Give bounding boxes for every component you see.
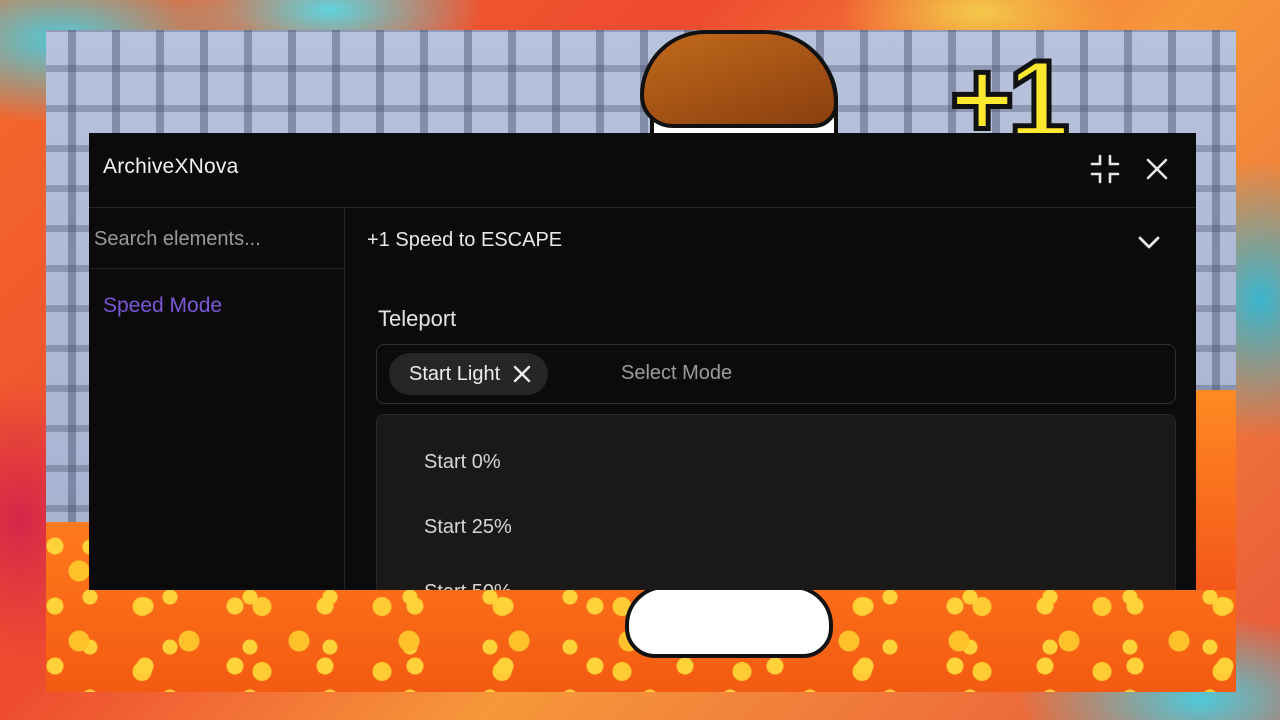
avatar-hair xyxy=(640,30,838,128)
chevron-down-icon xyxy=(1138,236,1160,249)
sidebar-item-speed-mode[interactable]: Speed Mode xyxy=(103,294,222,318)
select-placeholder: Select Mode xyxy=(621,362,733,384)
title-bar: ArchiveXNova xyxy=(89,133,1196,208)
dropdown-list: Start 0% Start 25% Start 50% xyxy=(376,414,1176,590)
close-icon xyxy=(1146,158,1168,180)
section-header[interactable]: +1 Speed to ESCAPE xyxy=(345,208,1196,276)
search-input[interactable] xyxy=(92,218,341,260)
selected-chip: Start Light xyxy=(389,353,549,395)
minimize-button[interactable] xyxy=(1087,151,1123,187)
dropdown-option[interactable]: Start 50% xyxy=(424,581,512,590)
section-title: +1 Speed to ESCAPE xyxy=(367,229,563,251)
teleport-label: Teleport xyxy=(378,306,457,331)
window-title: ArchiveXNova xyxy=(103,155,239,178)
compress-icon xyxy=(1090,154,1120,184)
search-box xyxy=(89,208,344,269)
close-button[interactable] xyxy=(1139,151,1175,187)
script-window: ArchiveXNova Speed Mod xyxy=(89,133,1196,590)
dropdown-option[interactable]: Start 0% xyxy=(424,451,501,474)
main-panel: +1 Speed to ESCAPE Teleport Start Light xyxy=(345,208,1196,590)
dropdown-option[interactable]: Start 25% xyxy=(424,516,512,539)
sidebar: Speed Mode xyxy=(89,208,345,590)
chip-label: Start Light xyxy=(409,362,501,385)
avatar-legs xyxy=(625,585,833,658)
chip-remove-button[interactable] xyxy=(512,364,532,384)
close-icon xyxy=(513,365,531,383)
teleport-mode-select[interactable]: Start Light Select Mode xyxy=(376,344,1176,404)
